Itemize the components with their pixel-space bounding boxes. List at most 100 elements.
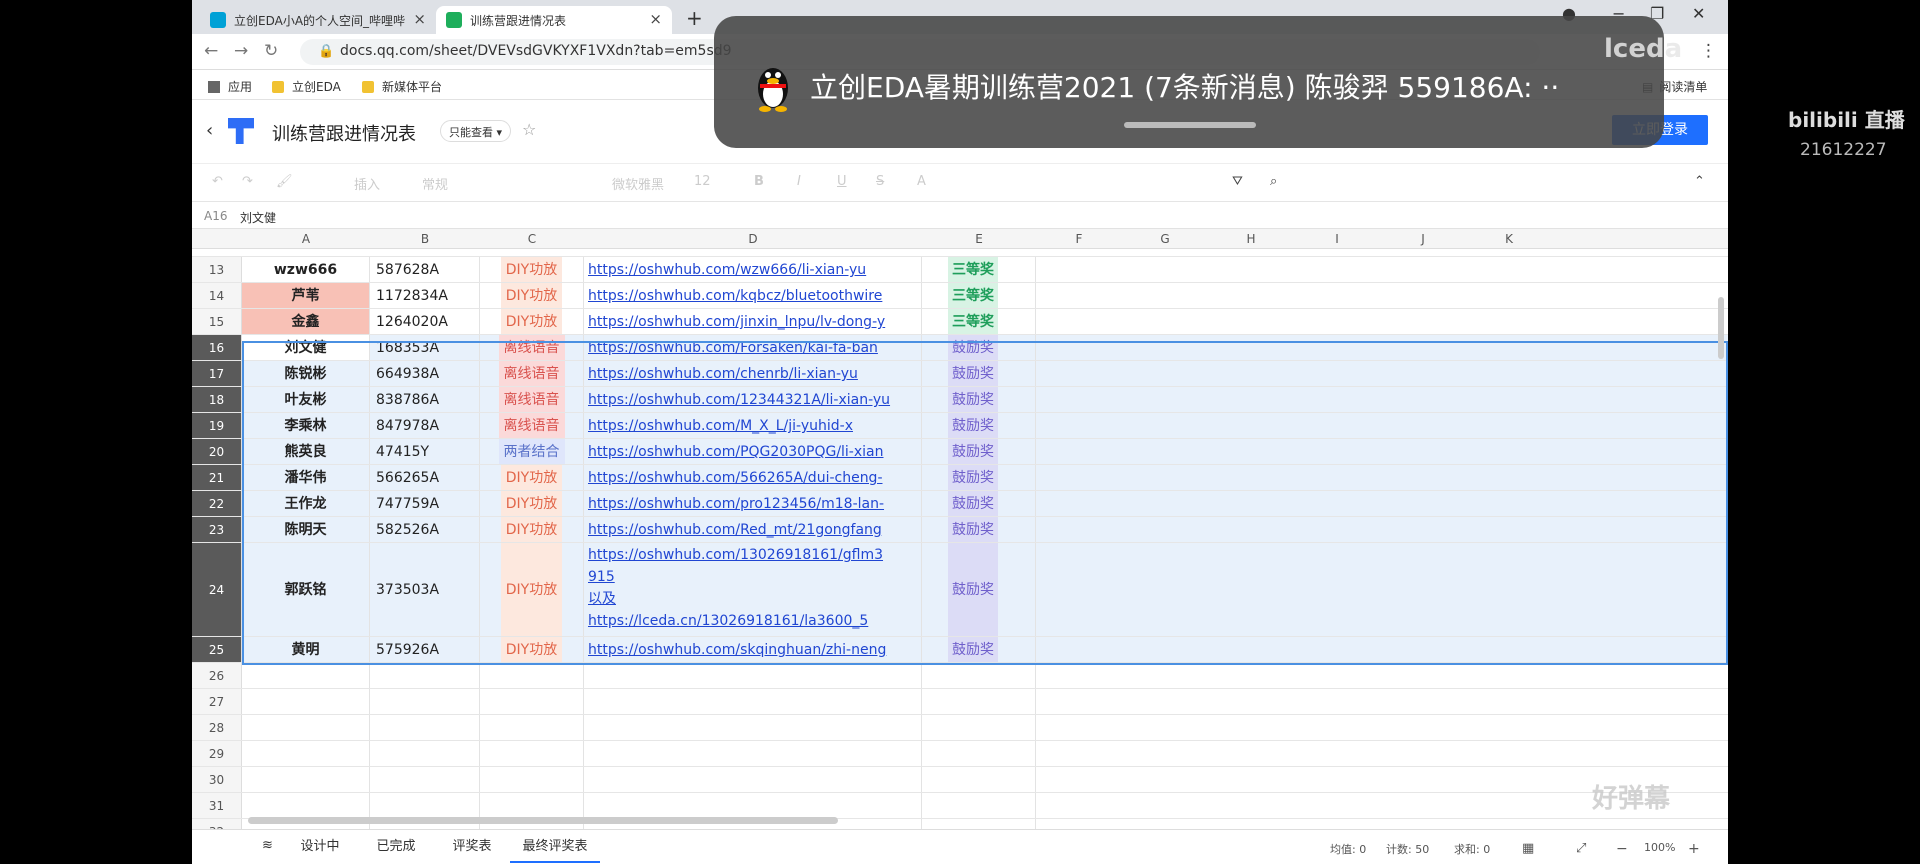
cell-empty[interactable] [922,689,1036,714]
cell-type[interactable]: DIY功放 [480,309,584,334]
row-number[interactable]: 19 [192,413,242,438]
cell-empty[interactable] [584,741,922,766]
column-header[interactable]: F [1036,232,1122,246]
font-size-menu[interactable]: 12 [694,174,711,189]
menu-icon[interactable]: ⋮ [1700,41,1717,61]
row-number[interactable]: 17 [192,361,242,386]
search-icon[interactable]: ⌕ [1270,174,1277,189]
cell-type[interactable]: DIY功放 [480,543,584,636]
format-painter-icon[interactable]: 🖌 [276,174,293,189]
cell-type[interactable]: 离线语音 [480,413,584,438]
cell-empty[interactable] [370,689,480,714]
row-number[interactable]: 14 [192,283,242,308]
cell-award[interactable]: 鼓励奖 [922,543,1036,636]
project-link[interactable]: https://lceda.cn/13026918161/la3600_5 [588,610,921,632]
sheet-grid[interactable]: 13 wzw666 587628A DIY功放 https://oshwhub.com/… [192,249,1728,845]
qq-notification[interactable]: 立创EDA暑期训练营2021 (7条新消息) 陈骏羿 559186A: ·· [714,16,1664,148]
cell-empty[interactable] [922,767,1036,792]
cell-empty[interactable] [242,767,370,792]
cell-award[interactable]: 鼓励奖 [922,335,1036,360]
project-link[interactable]: https://oshwhub.com/PQG2030PQG/li-xian [588,444,884,460]
cell-empty[interactable] [584,767,922,792]
sheet-tab-active[interactable]: 最终评奖表 [510,830,600,863]
row-number[interactable]: 18 [192,387,242,412]
cell-id[interactable]: 1172834A [370,283,480,308]
close-icon[interactable]: × [649,10,662,28]
table-row[interactable]: 28 [192,715,1728,741]
readonly-dropdown[interactable]: 只能查看 ▾ [440,120,512,142]
row-number[interactable]: 24 [192,543,242,636]
bookmark-apps[interactable]: 应用 [208,78,252,95]
cell-empty[interactable] [370,767,480,792]
cell-award[interactable]: 鼓励奖 [922,491,1036,516]
cell-name[interactable]: wzw666 [242,257,370,282]
project-link[interactable]: https://oshwhub.com/pro123456/m18-lan- [588,496,884,512]
zoom-out-icon[interactable]: − [1616,841,1628,857]
cell-empty[interactable] [922,715,1036,740]
sheet-list-icon[interactable]: ≋ [262,838,273,853]
cell-award[interactable]: 鼓励奖 [922,637,1036,662]
cell-empty[interactable] [370,793,480,818]
cell-link[interactable]: https://oshwhub.com/skqinghuan/zhi-neng [584,637,922,662]
insert-menu[interactable]: 插入 [354,174,380,193]
underline-icon[interactable]: U [837,174,847,189]
cell-link[interactable]: https://oshwhub.com/wzw666/li-xian-yu [584,257,922,282]
cell-type[interactable]: DIY功放 [480,283,584,308]
project-link-cont[interactable]: 915 [588,566,921,588]
cell-empty[interactable] [480,767,584,792]
table-row[interactable]: 16 刘文健 168353A 离线语音 https://oshwhub.com/Fors… [192,335,1728,361]
column-header[interactable]: E [922,232,1036,246]
cell-empty[interactable] [370,741,480,766]
cell-empty[interactable] [242,793,370,818]
cell-type[interactable]: DIY功放 [480,465,584,490]
cell-name[interactable]: 叶友彬 [242,387,370,412]
column-header[interactable]: D [584,232,922,246]
cell-empty[interactable] [370,663,480,688]
window-close-icon[interactable]: ✕ [1692,4,1705,23]
cell-empty[interactable] [480,663,584,688]
cell-award[interactable]: 鼓励奖 [922,439,1036,464]
cell-empty[interactable] [480,741,584,766]
cell-name[interactable]: 王作龙 [242,491,370,516]
row-number[interactable]: 21 [192,465,242,490]
cell-award[interactable]: 鼓励奖 [922,361,1036,386]
cell-type[interactable]: DIY功放 [480,637,584,662]
cell-empty[interactable] [480,793,584,818]
bookmark-media[interactable]: 新媒体平台 [362,78,442,95]
cell-type[interactable]: 离线语音 [480,361,584,386]
cell-id[interactable]: 575926A [370,637,480,662]
project-link[interactable]: https://oshwhub.com/skqinghuan/zhi-neng [588,642,886,658]
cell-link[interactable]: https://oshwhub.com/pro123456/m18-lan- [584,491,922,516]
table-row[interactable]: 29 [192,741,1728,767]
table-row[interactable]: 23 陈明天 582526A DIY功放 https://oshwhub.com/Red… [192,517,1728,543]
cell-link[interactable]: https://oshwhub.com/Red_mt/21gongfang [584,517,922,542]
cell-empty[interactable] [922,663,1036,688]
cell-empty[interactable] [242,715,370,740]
back-icon[interactable]: ← [204,41,218,61]
close-icon[interactable]: × [413,10,426,28]
cell-id[interactable]: 664938A [370,361,480,386]
table-row[interactable]: 15 金鑫 1264020A DIY功放 https://oshwhub.com/jin… [192,309,1728,335]
table-row[interactable]: 14 芦苇 1172834A DIY功放 https://oshwhub.com/kqb… [192,283,1728,309]
horizontal-scrollbar[interactable] [248,817,838,824]
column-header[interactable]: C [480,232,584,246]
row-number[interactable]: 27 [192,689,242,714]
cell-link[interactable]: https://oshwhub.com/566265A/dui-cheng- [584,465,922,490]
row-number[interactable]: 16 [192,335,242,360]
row-number[interactable]: 13 [192,257,242,282]
cell-empty[interactable] [922,741,1036,766]
grid-view-icon[interactable]: ▦ [1522,841,1534,856]
back-chevron-icon[interactable]: ‹ [206,120,213,141]
row-number[interactable]: 15 [192,309,242,334]
project-link[interactable]: https://oshwhub.com/M_X_L/ji-yuhid-x [588,418,853,434]
reload-icon[interactable]: ↻ [264,41,278,61]
column-header[interactable]: G [1122,232,1208,246]
cell-link[interactable]: https://oshwhub.com/13026918161/gflm3 915… [584,543,922,636]
table-row[interactable]: 17 陈锐彬 664938A 离线语音 https://oshwhub.com/chen… [192,361,1728,387]
cell-award[interactable]: 三等奖 [922,257,1036,282]
cell-empty[interactable] [584,793,922,818]
column-header[interactable]: J [1380,232,1466,246]
column-header[interactable]: B [370,232,480,246]
forward-icon[interactable]: → [234,41,248,61]
cell-name[interactable]: 李乘林 [242,413,370,438]
